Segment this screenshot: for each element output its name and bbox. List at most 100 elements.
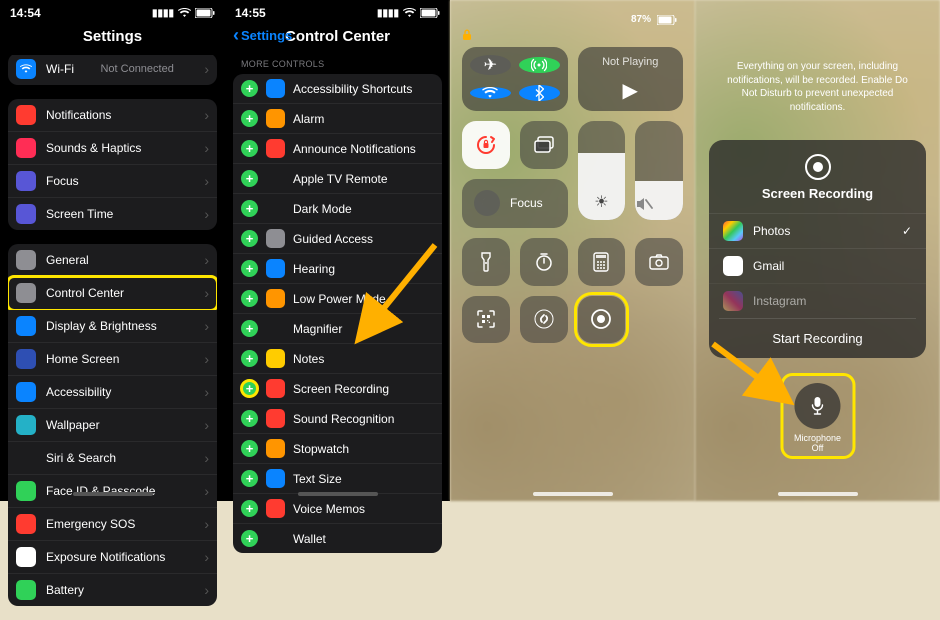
- control-icon: [266, 169, 285, 188]
- control-row-accessibility-shortcuts[interactable]: +Accessibility Shortcuts: [233, 74, 442, 104]
- orientation-lock-tile[interactable]: [462, 121, 510, 169]
- control-center-panel: 87% ✈ Not Playing ▶: [450, 0, 695, 501]
- wifi-icon: [16, 59, 36, 79]
- control-row-guided-access[interactable]: +Guided Access: [233, 224, 442, 254]
- control-row-hearing[interactable]: +Hearing: [233, 254, 442, 284]
- control-label: Wallet: [293, 532, 326, 546]
- screen-mirroring-tile[interactable]: [520, 121, 568, 169]
- add-button[interactable]: +: [241, 380, 258, 397]
- camera-tile[interactable]: [635, 238, 683, 286]
- row-label: Focus: [46, 174, 79, 188]
- back-button[interactable]: Settings: [233, 28, 292, 43]
- control-row-text-size[interactable]: + Text Size: [233, 464, 442, 494]
- settings-row-exposure-notifications[interactable]: Exposure Notifications›: [8, 541, 217, 574]
- add-button[interactable]: +: [241, 230, 258, 247]
- row-label: Siri & Search: [46, 451, 116, 465]
- settings-row-emergency-sos[interactable]: Emergency SOS›: [8, 508, 217, 541]
- control-row-notes[interactable]: +Notes: [233, 344, 442, 374]
- home-indicator[interactable]: [298, 492, 378, 496]
- shazam-tile[interactable]: [520, 296, 568, 344]
- app-label: Instagram: [753, 294, 806, 308]
- control-row-dark-mode[interactable]: + Dark Mode: [233, 194, 442, 224]
- add-button[interactable]: +: [241, 470, 258, 487]
- home-indicator[interactable]: [778, 492, 858, 496]
- flashlight-tile[interactable]: [462, 238, 510, 286]
- control-row-announce-notifications[interactable]: +Announce Notifications: [233, 134, 442, 164]
- control-row-low-power-mode[interactable]: +Low Power Mode: [233, 284, 442, 314]
- home-indicator[interactable]: [533, 492, 613, 496]
- add-button[interactable]: +: [241, 80, 258, 97]
- wifi-toggle[interactable]: [470, 87, 511, 99]
- row-value: Not Connected: [100, 63, 173, 75]
- settings-row-siri-search[interactable]: Siri & Search›: [8, 442, 217, 475]
- chevron-right-icon: ›: [204, 318, 209, 334]
- control-row-screen-recording[interactable]: +Screen Recording: [233, 374, 442, 404]
- control-icon: [266, 259, 285, 278]
- media-tile[interactable]: Not Playing ▶: [578, 47, 684, 111]
- settings-row-sounds-haptics[interactable]: Sounds & Haptics›: [8, 132, 217, 165]
- text-icon: [16, 316, 36, 336]
- control-row-magnifier[interactable]: +Magnifier: [233, 314, 442, 344]
- control-icon: [266, 499, 285, 518]
- focus-tile[interactable]: Focus: [462, 179, 568, 228]
- control-label: Apple TV Remote: [293, 172, 388, 186]
- control-icon: [266, 439, 285, 458]
- settings-row-screen-time[interactable]: Screen Time›: [8, 198, 217, 230]
- cellular-toggle[interactable]: [519, 57, 560, 73]
- app-row-photos[interactable]: Photos✓: [709, 213, 926, 248]
- row-label: Battery: [46, 583, 84, 597]
- settings-row-focus[interactable]: Focus›: [8, 165, 217, 198]
- qr-scanner-tile[interactable]: [462, 296, 510, 344]
- start-recording-button[interactable]: Start Recording: [719, 318, 916, 358]
- app-row-gmail[interactable]: Gmail: [709, 248, 926, 283]
- settings-row-battery[interactable]: Battery›: [8, 574, 217, 606]
- add-button[interactable]: +: [241, 410, 258, 427]
- add-button[interactable]: +: [241, 320, 258, 337]
- row-label: Screen Time: [46, 207, 113, 221]
- chevron-right-icon: ›: [204, 140, 209, 156]
- row-wifi[interactable]: Wi-Fi Not Connected ›: [8, 55, 217, 85]
- add-button[interactable]: +: [241, 440, 258, 457]
- control-row-sound-recognition[interactable]: +Sound Recognition: [233, 404, 442, 434]
- control-row-wallet[interactable]: + Wallet: [233, 524, 442, 553]
- add-button[interactable]: +: [241, 350, 258, 367]
- control-row-stopwatch[interactable]: +Stopwatch: [233, 434, 442, 464]
- settings-row-wallpaper[interactable]: Wallpaper›: [8, 409, 217, 442]
- control-row-apple-tv-remote[interactable]: + Apple TV Remote: [233, 164, 442, 194]
- add-button[interactable]: +: [241, 110, 258, 127]
- settings-row-home-screen[interactable]: Home Screen›: [8, 343, 217, 376]
- settings-row-general[interactable]: General›: [8, 244, 217, 277]
- settings-row-display-brightness[interactable]: Display & Brightness›: [8, 310, 217, 343]
- focus-label: Focus: [510, 196, 543, 210]
- timer-tile[interactable]: [520, 238, 568, 286]
- control-label: Text Size: [293, 472, 342, 486]
- microphone-button[interactable]: [795, 383, 841, 429]
- add-button[interactable]: +: [241, 140, 258, 157]
- add-button[interactable]: +: [241, 500, 258, 517]
- add-button[interactable]: +: [241, 200, 258, 217]
- add-button[interactable]: +: [241, 260, 258, 277]
- play-icon[interactable]: ▶: [623, 78, 638, 103]
- add-button[interactable]: +: [241, 170, 258, 187]
- screen-recording-tile[interactable]: [578, 296, 626, 344]
- control-icon: [266, 109, 285, 128]
- settings-row-accessibility[interactable]: Accessibility›: [8, 376, 217, 409]
- recording-notice: Everything on your screen, including not…: [707, 58, 928, 114]
- control-row-voice-memos[interactable]: +Voice Memos: [233, 494, 442, 524]
- bluetooth-toggle[interactable]: [519, 85, 560, 101]
- calculator-tile[interactable]: [578, 238, 626, 286]
- add-button[interactable]: +: [241, 290, 258, 307]
- connectivity-tile[interactable]: ✈: [462, 47, 568, 111]
- brightness-slider[interactable]: ☀: [578, 121, 626, 220]
- status-indicators: ▮▮▮▮: [377, 8, 440, 19]
- settings-row-control-center[interactable]: Control Center›: [8, 277, 217, 310]
- app-row-instagram[interactable]: Instagram: [709, 283, 926, 318]
- add-button[interactable]: +: [241, 530, 258, 547]
- volume-slider[interactable]: [635, 121, 683, 220]
- airplane-toggle[interactable]: ✈: [470, 55, 511, 75]
- control-label: Dark Mode: [293, 202, 352, 216]
- home-indicator[interactable]: [73, 492, 153, 496]
- settings-row-notifications[interactable]: Notifications›: [8, 99, 217, 132]
- control-row-alarm[interactable]: +Alarm: [233, 104, 442, 134]
- status-time: 14:54: [10, 6, 41, 20]
